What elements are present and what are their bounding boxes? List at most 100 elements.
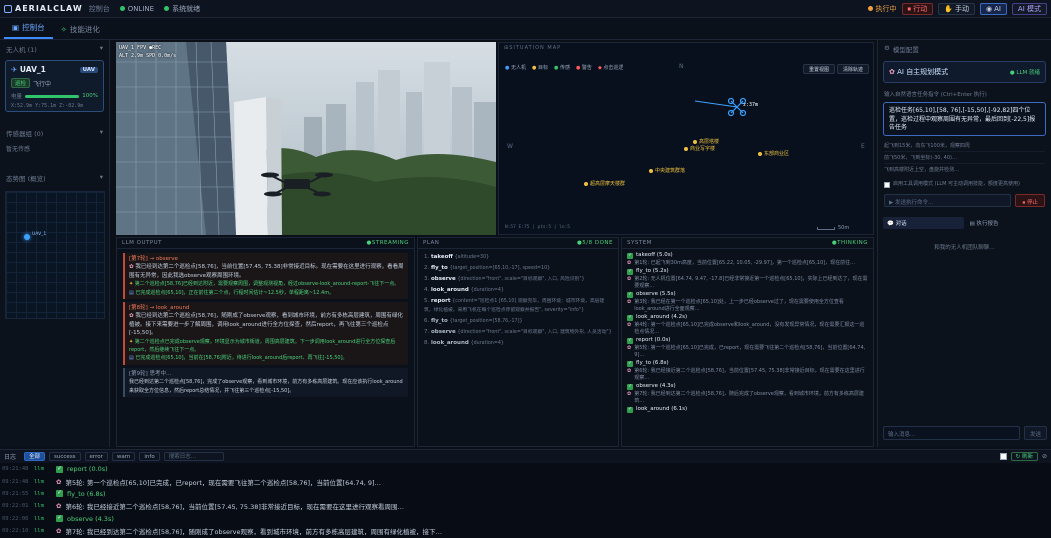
target-dot-icon — [684, 146, 688, 151]
minimap-uav-label: UAV_1 — [32, 232, 47, 237]
plan-step-name: observe — [431, 276, 456, 282]
log-search-input[interactable]: 搜索日志… — [163, 452, 224, 461]
log-row: 09:21:55 llm ✓ fly_to (6.8s) — [0, 488, 1051, 500]
scale-bar-icon — [817, 226, 835, 230]
uav-name: UAV_1 — [19, 65, 46, 74]
log-text: 第6轮: 我已经接近第二个巡检点[58,76]，当前位置[57.45, 75.3… — [65, 503, 404, 512]
chevron-down-icon[interactable]: ▾ — [100, 44, 103, 54]
llm-output-title: LLM OUTPUT — [122, 240, 163, 246]
sensor-section-header: 传感器组 (0) ▾ — [6, 128, 103, 138]
system-title: SYSTEM — [627, 240, 652, 246]
stop-button[interactable]: ⏹ 停止 — [1015, 194, 1045, 207]
log-pin-checkbox[interactable] — [999, 453, 1007, 460]
hint-item[interactable]: 前飞50米，飞到坐标(-30, 40)… — [884, 152, 1045, 164]
tool-mode-checkbox-row[interactable]: 启用工具调用模式 (LLM 可主动调用技能，额度更高使用) — [878, 179, 1051, 190]
situation-map[interactable]: ⊞ SITUATION MAP ● 无人机 ● 目标 ● 传感 ● 警告 ◆ 点… — [498, 42, 874, 235]
log-list: 09:21:48 llm ✓ report (0.0s) 09:21:48 llm ✿ 第5轮… — [0, 463, 1051, 538]
online-status: ONLINE — [119, 5, 154, 13]
overview-minimap[interactable]: UAV_1 — [5, 191, 105, 319]
log-source: llm — [34, 528, 44, 535]
app-logo: AERIALCLAW — [4, 4, 83, 13]
tab-report[interactable]: ▤ 执行报告 — [966, 217, 1047, 229]
ai-mode-button[interactable]: ◉ AI — [979, 2, 1007, 15]
llm-stream-status: ●STREAMING — [366, 240, 409, 246]
uav-card[interactable]: ✈ UAV_1 UAV 巡检 飞行中 电量 100% X:52.9m Y:75.… — [5, 60, 104, 112]
gear-icon: ⚙ — [884, 44, 890, 52]
sensor-empty: 暂无传感 — [6, 146, 31, 153]
log-row: 09:21:48 llm ✓ report (0.0s) — [0, 463, 1051, 475]
system-log-line: ✓ takeoff (5.0s) — [627, 252, 673, 259]
task-input[interactable]: 巡检任务[65,10],[58, 76],[-15,50],[-92,82]四个… — [883, 102, 1046, 136]
log-filter-success[interactable]: success — [49, 452, 81, 461]
plan-step: 7. observe {direction="front", scale="目标… — [424, 328, 612, 337]
checkmark-icon: ✓ — [627, 337, 633, 344]
tool-mode-checkbox[interactable] — [884, 182, 890, 188]
plan-step-name: fly_to — [431, 265, 448, 271]
plan-step-name: fly_to — [431, 318, 448, 324]
monitor-icon: ▣ — [12, 23, 20, 32]
system-panel: SYSTEM ●THINKING ✓ takeoff (5.0s) ✿ 第1轮: 已起飞… — [621, 237, 874, 447]
plan-step-args: {duration=4} — [470, 288, 504, 293]
chat-send-button[interactable]: 发送 — [1023, 426, 1047, 440]
camera-overlay-top: UAV_1 FPV ●REC — [119, 45, 162, 51]
system-log-line: ✓ report (0.0s) — [627, 337, 671, 344]
map-point-5[interactable]: 超高层摩天楼群 — [584, 180, 625, 187]
logo-icon — [4, 4, 12, 13]
llm-block: [第8轮] → look_around ✿ 我已经到达第二个巡检点[58,76]… — [123, 302, 408, 365]
llm-ready-badge: ● LLM 就绪 — [1009, 70, 1040, 76]
system-log-line: ✓ fly_to (5.2s) — [627, 268, 669, 275]
log-row: 09:22:01 llm ✿ 第6轮: 我已经接近第二个巡检点[58,76]，当前位置… — [0, 500, 1051, 512]
system-log-line: ✓ look_around (4.2s) — [627, 314, 688, 321]
uav-state-badge: 巡检 — [11, 78, 31, 88]
chat-icon: 💬 — [887, 221, 894, 227]
plan-step: 4. look_around {duration=4} — [424, 286, 612, 295]
plan-step: 3. observe {direction="front", scale="目标… — [424, 275, 612, 284]
manual-mode-button[interactable]: ✋ 手动 — [938, 2, 975, 15]
map-canvas — [694, 97, 747, 117]
log-refresh-button[interactable]: ↻ 刷新 — [1010, 452, 1038, 461]
plan-title: PLAN — [423, 240, 440, 246]
plan-step-number: 6. — [424, 318, 430, 324]
robot-icon: ◉ — [985, 4, 993, 13]
log-row: 09:22:06 llm ✓ observe (4.3s) — [0, 513, 1051, 525]
chat-input[interactable]: 输入消息… — [883, 426, 1020, 440]
checkmark-icon: ✓ — [627, 383, 633, 390]
tab-console[interactable]: ▣ 控制台 — [4, 18, 53, 39]
hint-item[interactable]: 起飞到15米，向东飞100米，观察四周 — [884, 140, 1045, 152]
system-log-list: ✓ takeoff (5.0s) ✿ 第1轮: 已起飞到30m高度，当前位置[65.2… — [622, 249, 873, 417]
stop-action-button[interactable]: ⏹ 行动 — [901, 2, 934, 15]
log-filter-error[interactable]: error — [84, 452, 108, 461]
checkmark-icon: ✓ — [627, 291, 633, 298]
plan-step-args: {target_position=[65,10,-17], speed=10} — [449, 266, 551, 271]
map-point-1[interactable]: 高层塔楼 — [693, 138, 719, 145]
tab-skill-evolution[interactable]: ✧ 技能进化 — [53, 20, 108, 39]
log-clear-icon[interactable]: ⊘ — [1042, 453, 1047, 460]
hint-item[interactable]: 飞到高楼附近上空，盘旋并检测… — [884, 164, 1045, 175]
log-filter-all[interactable]: 全部 — [24, 452, 46, 461]
log-timestamp: 09:22:06 — [2, 515, 29, 522]
app-subtitle: 控制台 — [88, 4, 110, 13]
chevron-down-icon[interactable]: ▾ — [100, 128, 103, 138]
chevron-down-icon[interactable]: ▾ — [100, 173, 103, 183]
system-status-badge: ●THINKING — [831, 240, 868, 246]
log-source: llm — [34, 515, 44, 522]
map-point-2[interactable]: 商业写字楼 — [684, 145, 715, 152]
send-command-button[interactable]: ▶ 发送执行命令… — [884, 194, 1012, 207]
map-point-4[interactable]: 中央建筑群落 — [649, 167, 685, 174]
log-filter-info[interactable]: info — [139, 452, 160, 461]
plan-step-args: {target_position=[58,76,-17]} — [449, 319, 523, 324]
overview-map-header: 态势图 (概览) ▾ — [6, 173, 103, 183]
tab-chat[interactable]: 💬 对话 — [883, 217, 964, 229]
main-tabs: ▣ 控制台 ✧ 技能进化 — [0, 18, 1051, 40]
camera-overlay-alt: ALT 2.9m SPD 0.0m/s — [119, 53, 177, 59]
log-row: 09:22:10 llm ✿ 第7轮: 我已经到达第二个巡检点[58,76]，随刚成了… — [0, 525, 1051, 537]
system-status: 系统就绪 — [164, 4, 200, 14]
brain-icon: ✿ — [56, 527, 62, 536]
log-filter-warn[interactable]: warn — [111, 452, 136, 461]
system-log-line: ✓ look_around (6.1s) — [627, 406, 688, 413]
camera-feed[interactable]: UAV_1 FPV ●REC ALT 2.9m SPD 0.0m/s — [116, 42, 496, 235]
brain-icon: ✿ — [56, 477, 62, 486]
brain-icon: ✿ — [129, 264, 134, 271]
map-point-3[interactable]: 东部商业区 — [758, 150, 789, 157]
plan-step-number: 5. — [424, 298, 430, 304]
